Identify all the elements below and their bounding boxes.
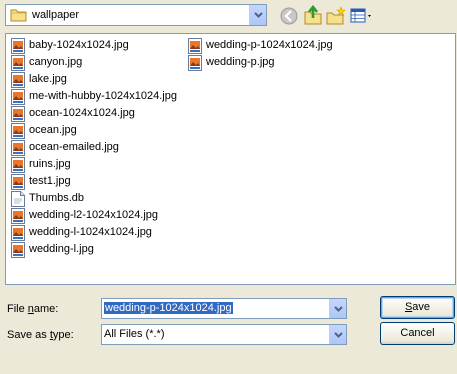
up-one-level-button[interactable]: [302, 4, 324, 26]
file-item[interactable]: wedding-l-1024x1024.jpg: [9, 224, 177, 241]
file-item[interactable]: test1.jpg: [9, 173, 177, 190]
jpg-file-icon: [188, 54, 202, 71]
file-item[interactable]: wedding-l.jpg: [9, 241, 177, 258]
file-item[interactable]: wedding-l2-1024x1024.jpg: [9, 207, 177, 224]
view-menu-icon: [350, 8, 371, 23]
up-one-level-icon: [304, 4, 322, 25]
file-item-label: Thumbs.db: [29, 192, 85, 204]
save-as-type-value: All Files (*.*): [104, 328, 165, 340]
file-item[interactable]: canyon.jpg: [9, 54, 177, 71]
new-folder-button[interactable]: [325, 5, 347, 27]
look-in-dropdown-button[interactable]: [249, 5, 266, 25]
file-name-combobox[interactable]: wedding-p-1024x1024.jpg: [101, 298, 347, 319]
file-item-label: wedding-l2-1024x1024.jpg: [29, 209, 159, 221]
file-item[interactable]: me-with-hubby-1024x1024.jpg: [9, 88, 177, 105]
chevron-down-icon: [254, 12, 263, 18]
save-as-type-combobox[interactable]: All Files (*.*): [101, 324, 347, 345]
file-list[interactable]: baby-1024x1024.jpg canyon.jpg lake.jpg me-w…: [5, 33, 456, 285]
file-item-label: test1.jpg: [29, 175, 71, 187]
folder-icon: [10, 9, 27, 22]
chevron-down-icon: [334, 332, 343, 338]
file-item-label: ocean-1024x1024.jpg: [29, 107, 135, 119]
view-menu-button[interactable]: [349, 5, 375, 27]
file-item-label: wedding-p-1024x1024.jpg: [206, 39, 333, 51]
look-in-combobox[interactable]: wallpaper: [5, 4, 267, 26]
file-item-label: lake.jpg: [29, 73, 67, 85]
chevron-down-icon: [334, 306, 343, 312]
save-as-type-label: Save as type:: [7, 329, 74, 341]
file-item[interactable]: wedding-p.jpg: [186, 54, 333, 71]
back-button[interactable]: [278, 5, 300, 27]
jpg-file-icon: [11, 156, 25, 173]
new-folder-icon: [326, 6, 346, 25]
file-item[interactable]: ruins.jpg: [9, 156, 177, 173]
jpg-file-icon: [11, 139, 25, 156]
file-item[interactable]: lake.jpg: [9, 71, 177, 88]
jpg-file-icon: [11, 88, 25, 105]
jpg-file-icon: [11, 241, 25, 258]
file-item[interactable]: ocean-emailed.jpg: [9, 139, 177, 156]
look-in-value: wallpaper: [32, 9, 80, 21]
file-item-label: wedding-p.jpg: [206, 56, 275, 68]
jpg-file-icon: [11, 122, 25, 139]
file-item-label: ocean.jpg: [29, 124, 77, 136]
file-name-input[interactable]: wedding-p-1024x1024.jpg: [104, 302, 233, 314]
file-item[interactable]: ocean.jpg: [9, 122, 177, 139]
file-item[interactable]: baby-1024x1024.jpg: [9, 37, 177, 54]
save-button[interactable]: Save: [380, 296, 455, 319]
file-item-label: wedding-l.jpg: [29, 243, 94, 255]
save-as-type-dropdown-button[interactable]: [329, 325, 346, 344]
jpg-file-icon: [11, 71, 25, 88]
jpg-file-icon: [11, 54, 25, 71]
back-arrow-icon: [280, 7, 298, 25]
jpg-file-icon: [11, 37, 25, 54]
file-item[interactable]: ocean-1024x1024.jpg: [9, 105, 177, 122]
file-item-label: ruins.jpg: [29, 158, 71, 170]
jpg-file-icon: [11, 207, 25, 224]
file-item-label: ocean-emailed.jpg: [29, 141, 119, 153]
file-name-label: File name:: [7, 303, 59, 315]
jpg-file-icon: [188, 37, 202, 54]
file-column-2: wedding-p-1024x1024.jpg wedding-p.jpg: [186, 37, 333, 71]
file-item-label: baby-1024x1024.jpg: [29, 39, 129, 51]
file-item-label: wedding-l-1024x1024.jpg: [29, 226, 152, 238]
file-item[interactable]: Thumbs.db: [9, 190, 177, 207]
cancel-button[interactable]: Cancel: [380, 322, 455, 345]
jpg-file-icon: [11, 105, 25, 122]
jpg-file-icon: [11, 173, 25, 190]
jpg-file-icon: [11, 224, 25, 241]
file-column-1: baby-1024x1024.jpg canyon.jpg lake.jpg me-w…: [9, 37, 177, 258]
file-item[interactable]: wedding-p-1024x1024.jpg: [186, 37, 333, 54]
file-item-label: me-with-hubby-1024x1024.jpg: [29, 90, 177, 102]
file-name-dropdown-button[interactable]: [329, 299, 346, 318]
generic-file-icon: [11, 190, 25, 207]
file-item-label: canyon.jpg: [29, 56, 83, 68]
